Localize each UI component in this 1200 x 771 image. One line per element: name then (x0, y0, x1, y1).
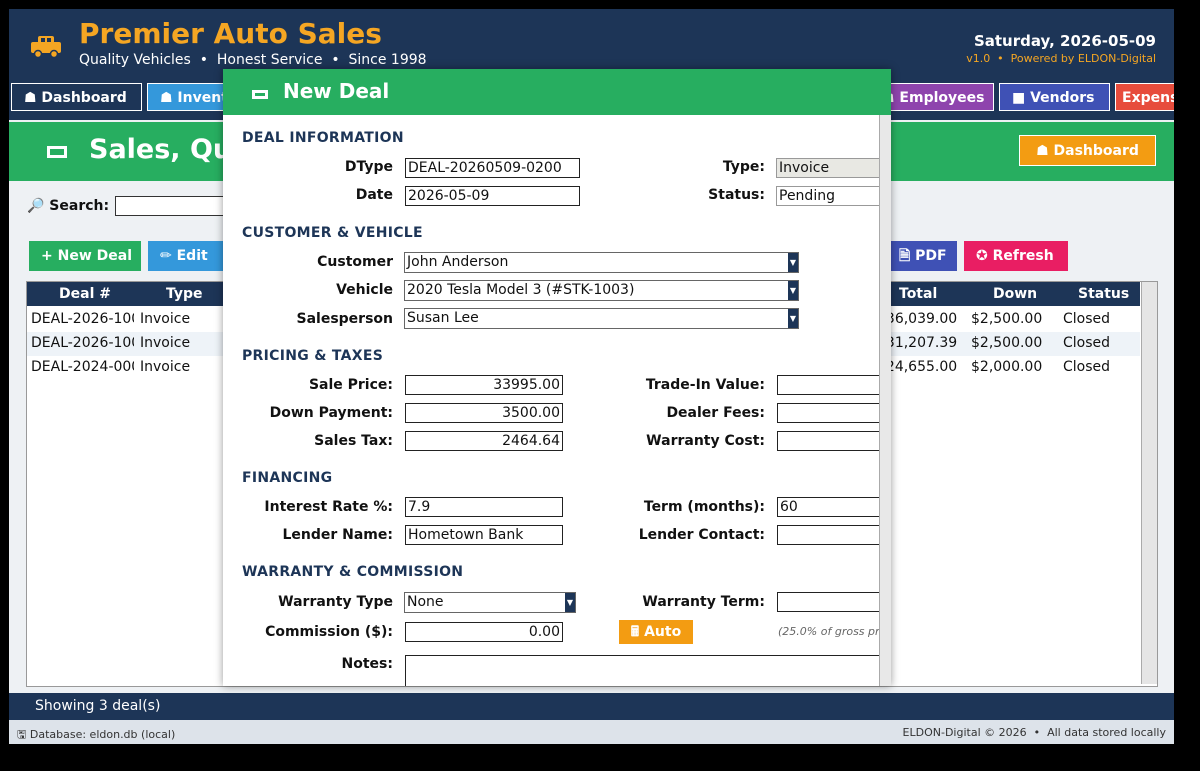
interest-rate-field[interactable]: 7.9 (405, 497, 563, 517)
new-deal-button[interactable]: + New Deal (29, 241, 141, 271)
app-title: Premier Auto Sales (79, 17, 382, 50)
commission-field[interactable]: 0.00 (405, 622, 563, 642)
dtype-label: DType (344, 159, 393, 175)
vehicle-select[interactable]: 2020 Tesla Model 3 (#STK-1003) ▼ (404, 280, 799, 301)
interest-rate-label: Interest Rate %: (264, 499, 393, 515)
customer-label: Customer (317, 254, 393, 270)
vehicle-label: Vehicle (336, 282, 393, 298)
status-field[interactable]: Pending (776, 186, 879, 206)
trade-in-label: Trade-In Value: (645, 377, 765, 393)
edit-button[interactable]: ✏ Edit (148, 241, 228, 271)
version-label: v1.0 • Powered by ELDON-Digital (966, 52, 1156, 65)
footer: 🖫 Database: eldon.db (local) ELDON-Digit… (9, 720, 1174, 744)
down-payment-label: Down Payment: (269, 405, 393, 421)
salesperson-select[interactable]: Susan Lee ▼ (404, 308, 799, 329)
chevron-down-icon[interactable]: ▼ (565, 593, 575, 612)
nav-vendors[interactable]: ■ Vendors (999, 83, 1110, 111)
chevron-down-icon[interactable]: ▼ (788, 253, 798, 272)
app-tagline: Quality Vehicles • Honest Service • Sinc… (79, 52, 427, 68)
section-warranty: WARRANTY & COMMISSION (242, 564, 464, 580)
status-text: Showing 3 deal(s) (35, 698, 161, 714)
dialog-scrollbar[interactable] (879, 115, 891, 686)
copyright-label: ELDON-Digital © 2026 • All data stored l… (902, 726, 1166, 739)
trade-in-field[interactable] (777, 375, 879, 395)
lender-contact-label: Lender Contact: (638, 527, 765, 543)
term-field[interactable]: 60 (777, 497, 879, 517)
col-down[interactable]: Down (993, 286, 1037, 302)
dashboard-button[interactable]: ☗ Dashboard (1019, 135, 1156, 166)
dialog-title: New Deal (283, 79, 390, 103)
date-field[interactable]: 2026-05-09 (405, 186, 580, 206)
section-deal-info: DEAL INFORMATION (242, 130, 404, 146)
customer-select[interactable]: John Anderson ▼ (404, 252, 799, 273)
current-date: Saturday, 2026-05-09 (973, 32, 1156, 50)
notes-field[interactable] (405, 655, 879, 686)
warranty-term-field[interactable] (777, 592, 879, 612)
nav-dashboard[interactable]: ☗ Dashboard (11, 83, 142, 111)
car-icon (31, 36, 61, 59)
lender-contact-field[interactable] (777, 525, 879, 545)
chevron-down-icon[interactable]: ▼ (788, 281, 798, 300)
col-deal[interactable]: Deal # (59, 286, 111, 302)
section-customer-vehicle: CUSTOMER & VEHICLE (242, 225, 423, 241)
type-field[interactable]: Invoice (776, 158, 879, 178)
new-deal-dialog: New Deal DEAL INFORMATION DType DEAL-202… (223, 69, 891, 686)
sales-tax-label: Sales Tax: (314, 433, 393, 449)
chevron-down-icon[interactable]: ▼ (788, 309, 798, 328)
sales-tax-field[interactable]: 2464.64 (405, 431, 563, 451)
refresh-button[interactable]: ✪ Refresh (964, 241, 1068, 271)
date-label: Date (355, 187, 393, 203)
lender-name-label: Lender Name: (282, 527, 393, 543)
dtype-field[interactable]: DEAL-20260509-0200 (405, 158, 580, 178)
auto-commission-button[interactable]: 🖩 Auto (619, 620, 693, 644)
deal-icon (252, 90, 268, 99)
dialog-header: New Deal (223, 69, 891, 115)
sale-price-label: Sale Price: (308, 377, 393, 393)
section-financing: FINANCING (242, 470, 333, 486)
type-label: Type: (722, 159, 765, 175)
dialog-body: DEAL INFORMATION DType DEAL-20260509-020… (223, 115, 879, 686)
status-bar: Showing 3 deal(s) (9, 693, 1174, 720)
warranty-cost-label: Warranty Cost: (646, 433, 765, 449)
col-status[interactable]: Status (1078, 286, 1129, 302)
warranty-type-label: Warranty Type (278, 594, 393, 610)
status-label: Status: (708, 187, 765, 203)
search-label: 🔎 Search: (27, 198, 110, 214)
database-label: 🖫 Database: eldon.db (local) (17, 728, 176, 741)
col-type[interactable]: Type (166, 286, 203, 302)
col-total[interactable]: Total (899, 286, 937, 302)
warranty-term-label: Warranty Term: (642, 594, 765, 610)
commission-hint: (25.0% of gross profit) (778, 625, 879, 638)
nav-expenses[interactable]: Expenses (1115, 83, 1174, 111)
commission-label: Commission ($): (265, 624, 393, 640)
sale-price-field[interactable]: 33995.00 (405, 375, 563, 395)
salesperson-label: Salesperson (296, 311, 394, 327)
table-scrollbar[interactable] (1141, 282, 1157, 684)
down-payment-field[interactable]: 3500.00 (405, 403, 563, 423)
sales-icon (47, 146, 67, 158)
warranty-type-select[interactable]: None ▼ (404, 592, 576, 613)
lender-name-field[interactable]: Hometown Bank (405, 525, 563, 545)
term-label: Term (months): (643, 499, 765, 515)
warranty-cost-field[interactable] (777, 431, 879, 451)
dealer-fees-label: Dealer Fees: (666, 405, 765, 421)
section-pricing: PRICING & TAXES (242, 348, 384, 364)
dealer-fees-field[interactable] (777, 403, 879, 423)
notes-label: Notes: (341, 656, 393, 672)
